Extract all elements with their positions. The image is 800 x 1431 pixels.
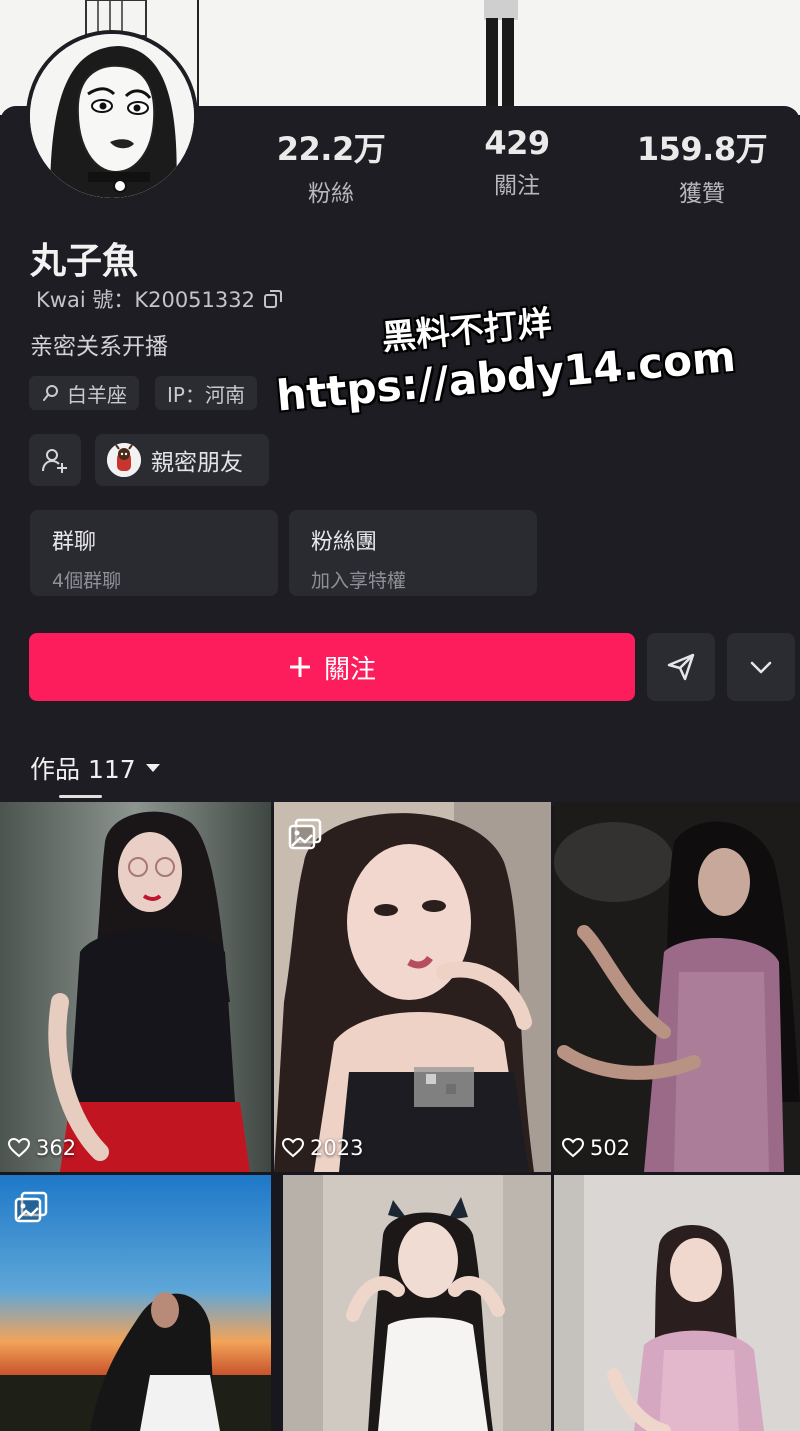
profile-bio: 亲密关系开播 — [30, 334, 168, 360]
post-thumbnail — [554, 802, 800, 1172]
banner-illustration — [484, 0, 518, 110]
chevron-down-icon — [750, 661, 772, 674]
group-chat-card[interactable]: 群聊 4個群聊 — [30, 510, 278, 596]
fan-club-title: 粉絲團 — [311, 530, 378, 555]
post-thumbnail — [554, 1175, 800, 1431]
posts-grid: 362 2023 502 — [0, 802, 800, 1431]
gallery-icon — [288, 818, 322, 850]
friend-avatar — [107, 443, 141, 477]
caret-down-icon — [145, 764, 160, 772]
avatar-illustration — [30, 34, 194, 198]
profile-name: 丸子魚 — [30, 241, 139, 282]
copy-icon[interactable] — [263, 289, 283, 309]
group-chat-title: 群聊 — [52, 530, 97, 555]
post-likes: 362 — [8, 1136, 76, 1160]
intimate-friend-label: 親密朋友 — [151, 450, 243, 476]
post-likes: 2023 — [282, 1136, 363, 1160]
add-friend-button[interactable] — [29, 434, 81, 486]
tag-zodiac[interactable]: 白羊座 — [29, 376, 139, 410]
group-chat-subtitle: 4個群聊 — [52, 570, 122, 592]
stat-following-label: 關注 — [494, 173, 540, 199]
stat-followers-label: 粉絲 — [308, 181, 354, 207]
post-tile[interactable]: 2023 — [274, 802, 551, 1172]
tab-works-label: 作品 117 — [30, 755, 136, 784]
kwai-id-text: Kwai 號：K20051332 — [36, 288, 255, 312]
stat-followers-value: 22.2万 — [276, 130, 386, 168]
fan-club-card[interactable]: 粉絲團 加入享特權 — [289, 510, 537, 596]
add-friend-icon — [42, 449, 67, 473]
stat-following-value: 429 — [484, 124, 550, 162]
plus-icon — [289, 657, 310, 677]
send-icon — [667, 653, 695, 681]
follow-label: 關注 — [323, 654, 376, 685]
message-button[interactable] — [647, 633, 715, 701]
friend-avatar-icon — [107, 443, 141, 477]
follow-button[interactable]: 關注 — [29, 633, 635, 701]
tab-works-underline — [59, 795, 102, 798]
post-likes-count: 362 — [36, 1136, 77, 1160]
post-tile[interactable] — [554, 1175, 800, 1431]
banner-panel-line — [197, 0, 199, 110]
post-thumbnail — [0, 802, 271, 1172]
post-tile[interactable] — [283, 1175, 551, 1431]
intimate-friend-button[interactable]: 親密朋友 — [95, 434, 269, 486]
heart-icon — [282, 1138, 304, 1158]
post-tile[interactable]: 502 — [554, 802, 800, 1172]
tag-ip-label: IP：河南 — [167, 382, 245, 407]
tag-zodiac-label: 白羊座 — [67, 382, 127, 407]
stat-following[interactable]: 429 關注 — [442, 124, 592, 200]
post-likes-count: 502 — [590, 1136, 631, 1160]
post-thumbnail — [274, 802, 551, 1172]
search-icon — [43, 385, 58, 401]
heart-icon — [562, 1138, 584, 1158]
post-tile[interactable] — [0, 1175, 271, 1431]
kwai-id-row[interactable]: Kwai 號：K20051332 — [36, 284, 283, 314]
stat-followers[interactable]: 22.2万 粉絲 — [256, 124, 406, 208]
gallery-icon — [14, 1191, 48, 1223]
more-options-button[interactable] — [727, 633, 795, 701]
heart-icon — [8, 1138, 30, 1158]
stat-likes-value: 159.8万 — [636, 130, 768, 168]
post-tile[interactable]: 362 — [0, 802, 271, 1172]
post-likes: 502 — [562, 1136, 630, 1160]
fan-club-subtitle: 加入享特權 — [311, 570, 407, 592]
tag-ip-location: IP：河南 — [155, 376, 257, 410]
post-likes-count: 2023 — [310, 1136, 364, 1160]
stat-likes[interactable]: 159.8万 獲贊 — [627, 124, 777, 208]
stat-likes-label: 獲贊 — [679, 181, 725, 207]
post-thumbnail — [283, 1175, 551, 1431]
avatar[interactable] — [26, 30, 198, 202]
tab-works[interactable]: 作品 117 — [30, 750, 162, 786]
